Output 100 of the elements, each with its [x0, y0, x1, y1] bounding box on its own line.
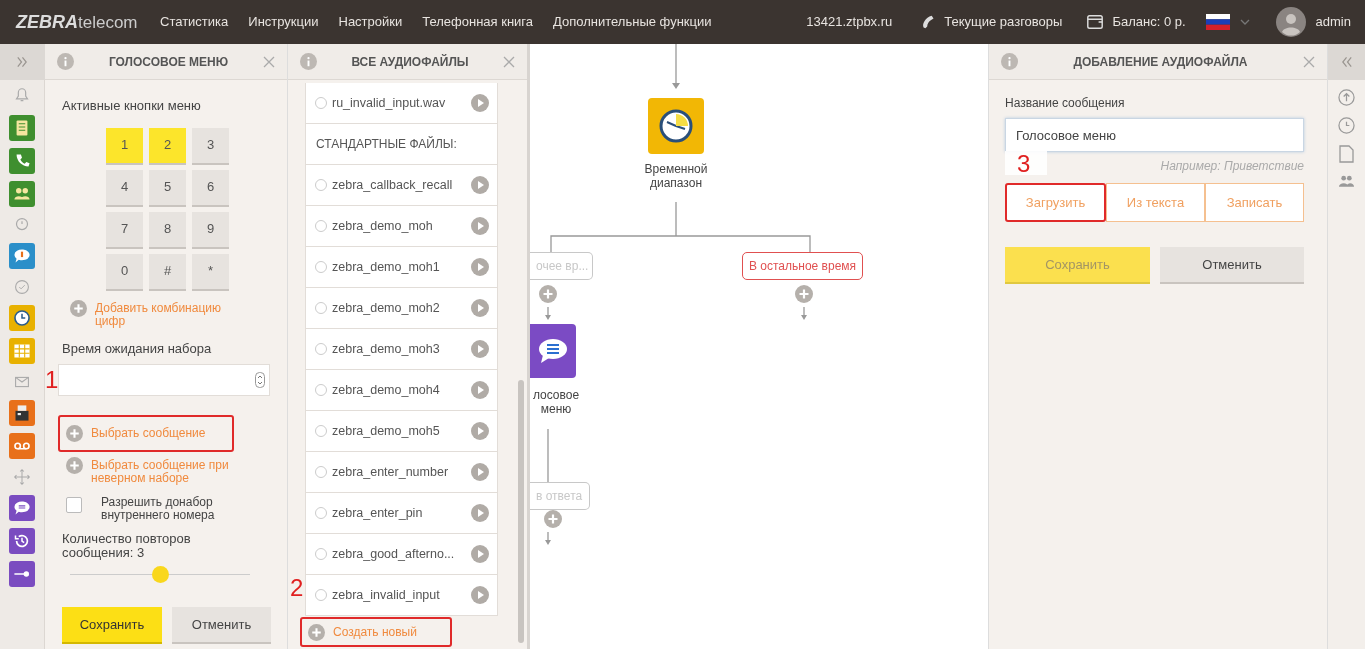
expand-button[interactable] — [0, 44, 45, 80]
annotation-number: 1 — [45, 368, 59, 392]
digit-key[interactable]: * — [192, 253, 229, 289]
audio-file-row[interactable]: zebra_enter_number — [306, 452, 497, 493]
digit-key[interactable]: 0 — [106, 253, 143, 289]
radio-button[interactable] — [315, 425, 327, 437]
radio-button[interactable] — [315, 343, 327, 355]
current-calls-link[interactable]: Текущие разговоры — [944, 12, 1063, 32]
digit-key[interactable]: 1 — [106, 127, 143, 163]
logo[interactable]: ZEBRAtelecom — [16, 8, 144, 36]
close-icon[interactable] — [263, 55, 275, 68]
chat-icon[interactable] — [9, 495, 35, 521]
number-field[interactable] — [58, 364, 270, 396]
radio-button[interactable] — [315, 384, 327, 396]
radio-button[interactable] — [315, 302, 327, 314]
nav-link[interactable]: Телефонная книга — [422, 12, 534, 32]
audio-file-row[interactable]: zebra_demo_moh2 — [306, 288, 497, 329]
name-field[interactable]: Голосовое меню — [1005, 118, 1304, 152]
audio-file-row[interactable]: zebra_demo_moh — [306, 206, 497, 247]
spinner-icon[interactable] — [255, 372, 265, 388]
digit-key[interactable]: 9 — [192, 211, 229, 247]
close-icon[interactable] — [503, 55, 515, 68]
play-icon[interactable] — [471, 176, 489, 194]
nav-link[interactable]: Статистика — [160, 12, 229, 32]
digit-key[interactable]: 4 — [106, 169, 143, 205]
table-icon[interactable] — [9, 338, 35, 364]
flag-icon[interactable] — [1205, 14, 1230, 30]
audio-file-row[interactable]: zebra_good_afterno... — [306, 534, 497, 575]
nav-link[interactable]: Дополнительные функции — [553, 12, 712, 32]
radio-button[interactable] — [315, 179, 327, 191]
audio-file-row[interactable]: ru_invalid_input.wav — [306, 83, 497, 124]
people-icon[interactable] — [9, 181, 35, 207]
play-icon[interactable] — [471, 463, 489, 481]
voicemail-icon[interactable] — [9, 433, 35, 459]
info-icon[interactable] — [1001, 53, 1018, 70]
play-icon[interactable] — [471, 217, 489, 235]
key-icon[interactable] — [9, 561, 35, 587]
audio-file-row[interactable]: zebra_callback_recall — [306, 165, 497, 206]
radio-button[interactable] — [315, 220, 327, 232]
radio-button[interactable] — [315, 548, 327, 560]
play-icon[interactable] — [471, 422, 489, 440]
info-icon[interactable] — [300, 53, 317, 70]
branch-node[interactable]: В остальное время — [742, 252, 864, 280]
document-icon[interactable] — [1339, 145, 1354, 163]
double-chevron-icon[interactable] — [15, 55, 29, 69]
nav-link[interactable]: Настройки — [338, 12, 403, 32]
audio-file-row[interactable]: zebra_demo_moh4 — [306, 370, 497, 411]
play-icon[interactable] — [471, 94, 489, 112]
radio-button[interactable] — [315, 466, 327, 478]
add-step-icon[interactable] — [544, 510, 562, 528]
user-name[interactable]: admin — [1315, 12, 1351, 32]
slider-thumb[interactable] — [151, 566, 169, 583]
chat-icon[interactable] — [9, 243, 35, 269]
double-chevron-icon[interactable] — [1339, 55, 1354, 69]
node-label: Временной диапазон — [643, 162, 709, 190]
audio-file-row[interactable]: zebra_demo_moh5 — [306, 411, 497, 452]
nav-link[interactable]: Инструкции — [248, 12, 319, 32]
avatar-icon[interactable] — [1275, 7, 1306, 37]
audio-file-row[interactable]: zebra_demo_moh1 — [306, 247, 497, 288]
people-icon[interactable] — [1338, 174, 1355, 188]
radio-button[interactable] — [315, 589, 327, 601]
play-icon[interactable] — [471, 258, 489, 276]
digit-key[interactable]: 8 — [149, 211, 186, 247]
move-icon[interactable] — [11, 466, 33, 488]
digit-key[interactable]: 7 — [106, 211, 143, 247]
digit-key[interactable]: 6 — [192, 169, 229, 205]
phone-icon[interactable] — [9, 148, 35, 174]
audio-file-row[interactable]: zebra_demo_moh3 — [306, 329, 497, 370]
digit-key[interactable]: 3 — [192, 127, 229, 163]
play-icon[interactable] — [471, 299, 489, 317]
digit-key[interactable]: 2 — [149, 127, 186, 163]
clock-icon[interactable] — [9, 305, 35, 331]
close-icon[interactable] — [1303, 55, 1315, 68]
chevron-down-icon[interactable] — [1239, 17, 1250, 27]
radio-button[interactable] — [315, 261, 327, 273]
history-icon[interactable] — [9, 528, 35, 554]
collapse-button[interactable] — [1327, 44, 1365, 80]
add-step-icon[interactable] — [795, 285, 813, 303]
fax-icon[interactable] — [9, 400, 35, 426]
upload-icon[interactable] — [1338, 89, 1355, 106]
audio-file-row[interactable]: zebra_invalid_input — [306, 575, 497, 616]
cancel-button[interactable]: Отменить — [1160, 247, 1304, 282]
info-icon[interactable] — [57, 53, 74, 70]
play-icon[interactable] — [471, 586, 489, 604]
cancel-button[interactable]: Отменить — [172, 607, 271, 642]
play-icon[interactable] — [471, 545, 489, 563]
add-step-icon[interactable] — [539, 285, 557, 303]
checkbox[interactable] — [66, 497, 82, 513]
play-icon[interactable] — [471, 504, 489, 522]
radio-button[interactable] — [315, 507, 327, 519]
digit-key[interactable]: # — [149, 253, 186, 289]
play-icon[interactable] — [471, 340, 489, 358]
save-button[interactable]: Сохранить — [62, 607, 162, 642]
time-range-node[interactable] — [648, 98, 704, 154]
digit-key[interactable]: 5 — [149, 169, 186, 205]
radio-button[interactable] — [315, 97, 327, 109]
book-icon[interactable] — [9, 115, 35, 141]
audio-file-row[interactable]: zebra_enter_pin — [306, 493, 497, 534]
voice-menu-node[interactable] — [530, 324, 576, 378]
play-icon[interactable] — [471, 381, 489, 399]
